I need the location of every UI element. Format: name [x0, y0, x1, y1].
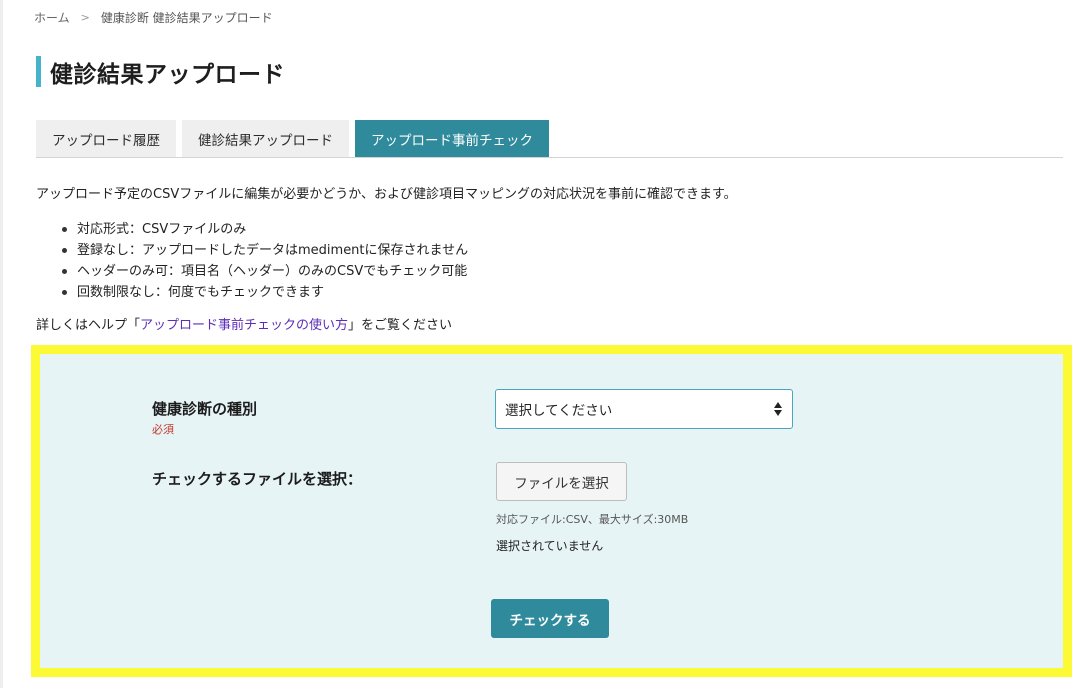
- sort-arrows-icon: [773, 399, 783, 419]
- help-text: 詳しくはヘルプ「アップロード事前チェックの使い方」をご覧ください: [36, 314, 452, 333]
- tab-upload-precheck[interactable]: アップロード事前チェック: [355, 120, 549, 157]
- help-prefix: 詳しくはヘルプ「: [36, 318, 141, 333]
- select-value: 選択してください: [505, 403, 613, 419]
- list-item: 回数制限なし：何度でもチェックできます: [56, 282, 468, 303]
- list-item: ヘッダーのみ可：項目名（ヘッダー）のみのCSVでもチェック可能: [56, 261, 468, 282]
- breadcrumb-current: 健康診断 健診結果アップロード: [100, 11, 273, 25]
- tab-upload-history[interactable]: アップロード履歴: [36, 120, 176, 157]
- checkup-type-label: 健康診断の種別: [152, 400, 258, 418]
- check-button[interactable]: チェックする: [491, 599, 609, 638]
- breadcrumb: ホーム > 健康診断 健診結果アップロード: [34, 9, 273, 26]
- required-badge: 必須: [152, 423, 174, 436]
- page-description: アップロード予定のCSVファイルに編集が必要かどうか、および健診項目マッピングの…: [36, 187, 737, 202]
- breadcrumb-home-link[interactable]: ホーム: [34, 9, 70, 26]
- file-status: 選択されていません: [496, 539, 604, 553]
- feature-list: 対応形式：CSVファイルのみ 登録なし：アップロードしたデータはmediment…: [56, 219, 468, 303]
- page-title-block: 健診結果アップロード: [36, 56, 285, 88]
- tab-checkup-upload[interactable]: 健診結果アップロード: [182, 120, 349, 157]
- arrow-down-icon: [774, 410, 782, 416]
- file-select-label: チェックするファイルを選択：: [152, 470, 363, 488]
- chevron-right-icon: >: [80, 11, 90, 24]
- help-link[interactable]: アップロード事前チェックの使い方: [140, 318, 348, 333]
- arrow-up-icon: [774, 402, 782, 408]
- file-hint: 対応ファイル:CSV、最大サイズ:30MB: [496, 513, 689, 526]
- precheck-form: 健康診断の種別 必須 選択してください チェックするファイルを選択： ファイルを…: [31, 345, 1072, 677]
- checkup-type-select[interactable]: 選択してください: [495, 389, 793, 429]
- page: ホーム > 健康診断 健診結果アップロード 健診結果アップロード アップロード履…: [0, 0, 1083, 688]
- list-item: 対応形式：CSVファイルのみ: [56, 219, 468, 240]
- choose-file-button[interactable]: ファイルを選択: [496, 462, 627, 501]
- help-suffix: 」をご覧ください: [348, 318, 453, 333]
- page-title: 健診結果アップロード: [50, 61, 285, 88]
- tab-bar: アップロード履歴 健診結果アップロード アップロード事前チェック: [36, 120, 1063, 158]
- list-item: 登録なし：アップロードしたデータはmedimentに保存されません: [56, 240, 468, 261]
